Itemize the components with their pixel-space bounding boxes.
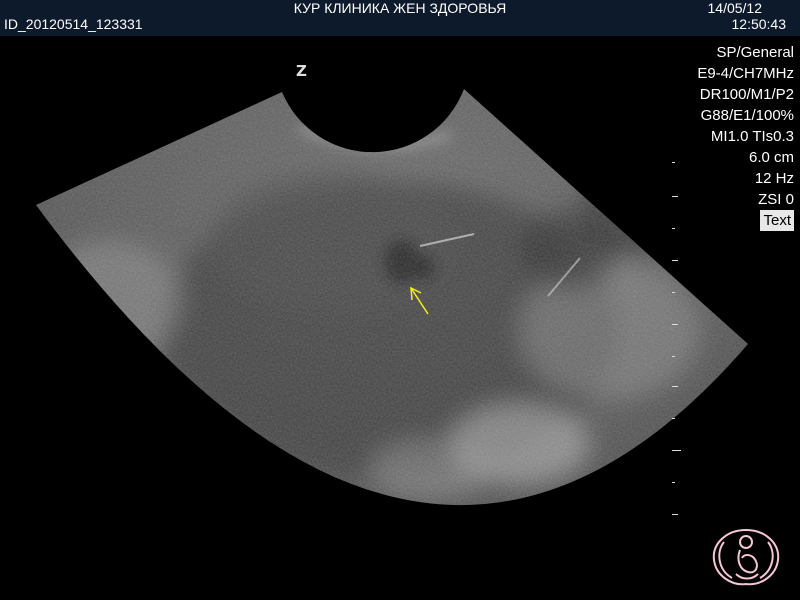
param-depth: 6.0 cm: [748, 149, 794, 166]
param-gain: G88/E1/100%: [700, 107, 794, 124]
depth-tick: [672, 324, 678, 325]
depth-tick: [672, 418, 675, 419]
text-mode-button[interactable]: Text: [760, 210, 794, 231]
depth-tick: [672, 162, 675, 163]
depth-tick: [672, 260, 678, 261]
depth-tick: [672, 356, 675, 357]
depth-scale: [672, 160, 686, 520]
ultrasound-screen: КУР КЛИНИКА ЖЕН ЗДОРОВЬЯ ID_20120514_123…: [0, 0, 800, 600]
depth-tick: [672, 514, 678, 515]
depth-tick: [672, 450, 681, 451]
clinic-logo-icon: [712, 528, 780, 586]
param-mechanical-thermal-index: MI1.0 TIs0.3: [710, 128, 794, 145]
depth-tick: [672, 196, 678, 197]
param-frame-rate: 12 Hz: [754, 170, 794, 187]
depth-tick: [672, 228, 675, 229]
param-preset: SP/General: [716, 44, 794, 61]
param-probe-frequency: E9-4/CH7MHz: [697, 65, 794, 82]
depth-tick: [672, 482, 675, 483]
scan-parameters: SP/General E9-4/CH7MHz DR100/M1/P2 G88/E…: [697, 42, 794, 231]
param-zsi: ZSI 0: [758, 191, 794, 208]
depth-tick: [672, 386, 678, 387]
param-dynamic-range: DR100/M1/P2: [699, 86, 794, 103]
depth-tick: [672, 292, 675, 293]
probe-orientation-marker: Z: [296, 62, 307, 80]
